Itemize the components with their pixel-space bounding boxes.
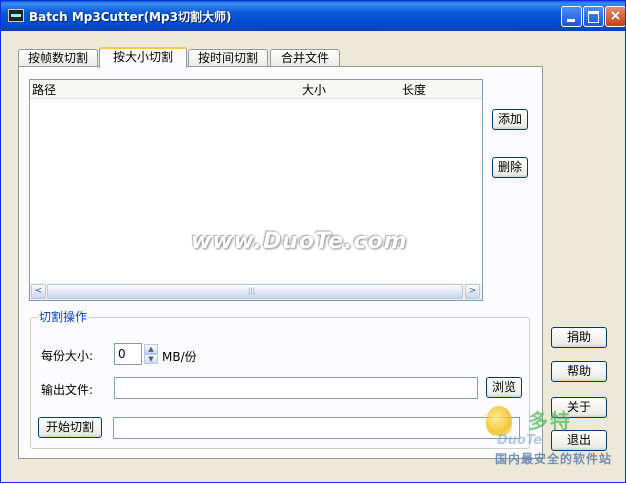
- output-file-label: 输出文件:: [41, 383, 94, 397]
- size-per-part-input[interactable]: [114, 343, 142, 365]
- start-cut-button[interactable]: 开始切割: [38, 417, 102, 438]
- add-button[interactable]: 添加: [492, 109, 528, 130]
- browse-button[interactable]: 浏览: [486, 377, 522, 398]
- size-per-part-label: 每份大小:: [41, 349, 94, 363]
- column-size[interactable]: 大小: [302, 81, 326, 98]
- chevron-up-icon: ▲: [148, 345, 154, 353]
- group-title: 切割操作: [37, 308, 90, 325]
- duote-slogan: 国内最安全的软件站: [495, 452, 613, 466]
- tab-merge-files[interactable]: 合并文件: [270, 49, 340, 66]
- output-file-input[interactable]: [114, 377, 478, 399]
- tab-by-time[interactable]: 按时间切割: [188, 49, 268, 66]
- maximize-button[interactable]: [583, 6, 604, 27]
- size-spin-up-button[interactable]: ▲: [144, 344, 158, 354]
- scroll-right-button[interactable]: >: [465, 284, 480, 299]
- tab-by-size[interactable]: 按大小切割: [99, 47, 187, 68]
- size-unit-label: MB/份: [162, 350, 197, 364]
- watermark-text: www.DuoTe.com: [191, 229, 408, 254]
- close-button[interactable]: ×: [605, 6, 625, 27]
- size-spin-down-button[interactable]: ▼: [144, 354, 158, 364]
- duote-logo-text: 多特: [528, 409, 572, 433]
- chevron-down-icon: ▼: [148, 355, 154, 363]
- column-length[interactable]: 长度: [402, 81, 426, 98]
- window-title: Batch Mp3Cutter(Mp3切割大师): [29, 10, 232, 24]
- title-bar[interactable]: Batch Mp3Cutter(Mp3切割大师) ×: [1, 1, 625, 31]
- minimize-button[interactable]: [561, 6, 582, 27]
- close-icon: ×: [609, 8, 622, 24]
- progress-field: [113, 417, 520, 439]
- main-window: Batch Mp3Cutter(Mp3切割大师) × 按帧数切割 按大小切割 按…: [0, 0, 626, 483]
- duote-logo-icon: [486, 406, 512, 436]
- app-icon[interactable]: [8, 9, 24, 22]
- list-header: 路径 大小 长度: [30, 80, 482, 99]
- chevron-right-icon: >: [468, 286, 477, 296]
- donate-button[interactable]: 捐助: [551, 327, 607, 348]
- scroll-left-button[interactable]: <: [31, 284, 46, 299]
- duote-logo-brand: DuoTe: [497, 433, 542, 448]
- column-path[interactable]: 路径: [32, 81, 56, 98]
- file-list[interactable]: 路径 大小 长度 < >: [29, 79, 483, 301]
- scrollbar-thumb[interactable]: [47, 284, 463, 299]
- delete-button[interactable]: 删除: [492, 157, 528, 178]
- chevron-left-icon: <: [34, 286, 43, 296]
- horizontal-scrollbar[interactable]: < >: [30, 283, 482, 300]
- help-button[interactable]: 帮助: [551, 361, 607, 382]
- tab-by-frames[interactable]: 按帧数切割: [18, 49, 98, 66]
